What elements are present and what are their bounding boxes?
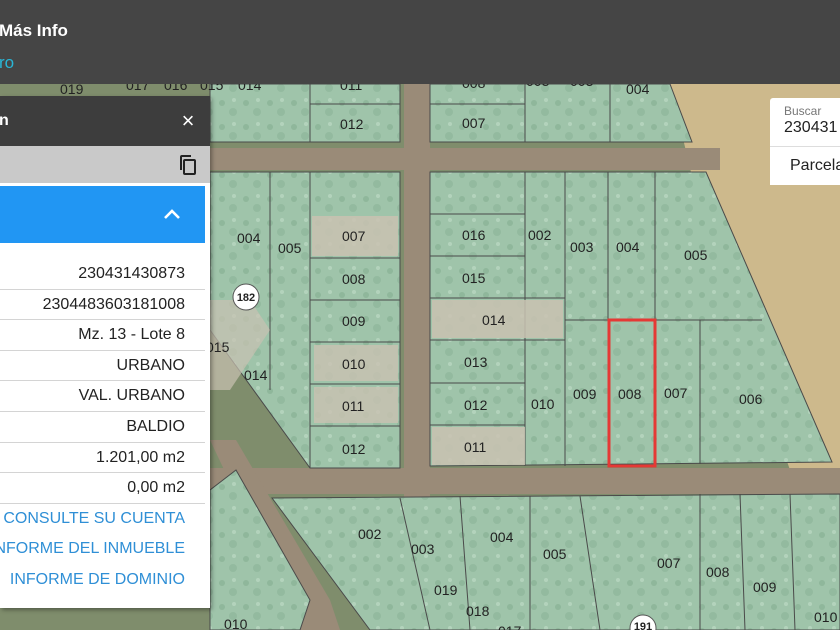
row-value: Mz. 13 - Lote 8 <box>78 326 185 344</box>
search-input[interactable]: 230431 <box>784 119 837 137</box>
lot-label: 019 <box>434 582 458 598</box>
row-value: 1.201,00 m2 <box>96 448 185 466</box>
lot-label: 004 <box>237 230 261 246</box>
row-land-use: BALDIO <box>0 412 205 443</box>
lot-label: 008 <box>618 386 642 402</box>
row-value: 230431430873 <box>78 265 185 282</box>
lot-label: 008 <box>342 271 366 287</box>
lot-label: 006 <box>739 391 763 407</box>
road-horizontal-1 <box>200 148 720 170</box>
lot-label: 011 <box>464 439 487 455</box>
lot-label: 017 <box>498 623 522 630</box>
lot-label: 004 <box>490 529 514 545</box>
search-label: Buscar <box>784 104 822 118</box>
block-badge-182: 182 <box>232 283 260 311</box>
property-rows: 230431430873 2304483603181008 Mz. 13 - L… <box>0 259 205 596</box>
panel-toolbar <box>0 146 210 183</box>
lot-label: 008 <box>706 564 730 580</box>
lot-label: 007 <box>462 115 486 131</box>
panel-title: n <box>0 112 9 129</box>
svg-text:191: 191 <box>634 621 652 630</box>
copy-icon <box>180 155 196 175</box>
svg-text:182: 182 <box>237 292 255 304</box>
row-built-area: 0,00 m2 <box>0 473 205 504</box>
accordion-header[interactable] <box>0 186 205 243</box>
row-value: BALDIO <box>126 417 185 435</box>
row-account-number: 2304483603181008 <box>0 290 205 321</box>
lot-label: 010 <box>342 356 366 372</box>
row-block-lot: Mz. 13 - Lote 8 <box>0 320 205 351</box>
lot-label: 007 <box>657 555 681 571</box>
search-type-value: Parcela <box>790 157 840 174</box>
road-horizontal-2 <box>190 468 840 494</box>
lot-label: 012 <box>342 441 366 457</box>
link-property-report[interactable]: INFORME DEL INMUEBLE <box>0 534 205 565</box>
link-label[interactable]: INFORME DEL INMUEBLE <box>0 540 185 558</box>
close-icon: × <box>181 108 195 133</box>
panel-header: n × <box>0 96 210 146</box>
lot-label: 005 <box>278 240 302 256</box>
lot-label: 010 <box>224 616 248 630</box>
header-subtitle[interactable]: ro <box>0 53 14 73</box>
lot-label: 010 <box>531 396 555 412</box>
link-domain-report[interactable]: INFORME DE DOMINIO <box>0 565 205 596</box>
lot-label: 007 <box>342 228 366 244</box>
search-box[interactable]: Buscar 230431 <box>770 98 840 146</box>
lot-label: 016 <box>462 227 486 243</box>
top-bar: Más Info ro <box>0 0 840 84</box>
lot-label: 005 <box>543 546 567 562</box>
row-value: URBANO <box>116 356 185 374</box>
lot-label: 012 <box>464 397 488 413</box>
lot-label: 002 <box>528 227 552 243</box>
lot-label: 003 <box>570 239 594 255</box>
lot-label: 013 <box>464 354 488 370</box>
lot-label: 003 <box>411 541 435 557</box>
lot-label: 009 <box>573 386 597 402</box>
link-label[interactable]: CONSULTE SU CUENTA <box>3 510 185 528</box>
lot-label: 010 <box>814 609 838 625</box>
link-consult-account[interactable]: CONSULTE SU CUENTA <box>0 504 205 535</box>
row-zone: URBANO <box>0 351 205 382</box>
lot-label: 009 <box>342 313 366 329</box>
lot-label: 018 <box>466 603 490 619</box>
close-button[interactable]: × <box>176 106 200 136</box>
lot-label: 009 <box>753 579 777 595</box>
lot-label: 014 <box>244 367 268 383</box>
lot-label: 004 <box>616 239 640 255</box>
lot-label: 012 <box>340 116 364 132</box>
copy-button[interactable] <box>176 153 200 177</box>
row-value: 0,00 m2 <box>127 479 185 497</box>
lot-label: 014 <box>482 312 506 328</box>
header-title: Más Info <box>0 21 68 40</box>
lot-label: 007 <box>664 385 688 401</box>
lot-label: 015 <box>462 270 486 286</box>
lot-label: 011 <box>342 398 365 414</box>
chevron-up-icon <box>164 209 180 219</box>
block-bottom-right <box>271 493 840 630</box>
lot-label: 005 <box>684 247 708 263</box>
row-valuation: VAL. URBANO <box>0 381 205 412</box>
row-land-area: 1.201,00 m2 <box>0 443 205 474</box>
block-top-right <box>429 83 693 143</box>
link-label[interactable]: INFORME DE DOMINIO <box>10 571 185 589</box>
search-type-select[interactable]: Parcela <box>770 146 840 185</box>
row-value: VAL. URBANO <box>78 387 185 405</box>
row-cadastral-number: 230431430873 <box>0 259 205 290</box>
row-value: 2304483603181008 <box>42 295 185 313</box>
lot-label: 002 <box>358 526 382 542</box>
